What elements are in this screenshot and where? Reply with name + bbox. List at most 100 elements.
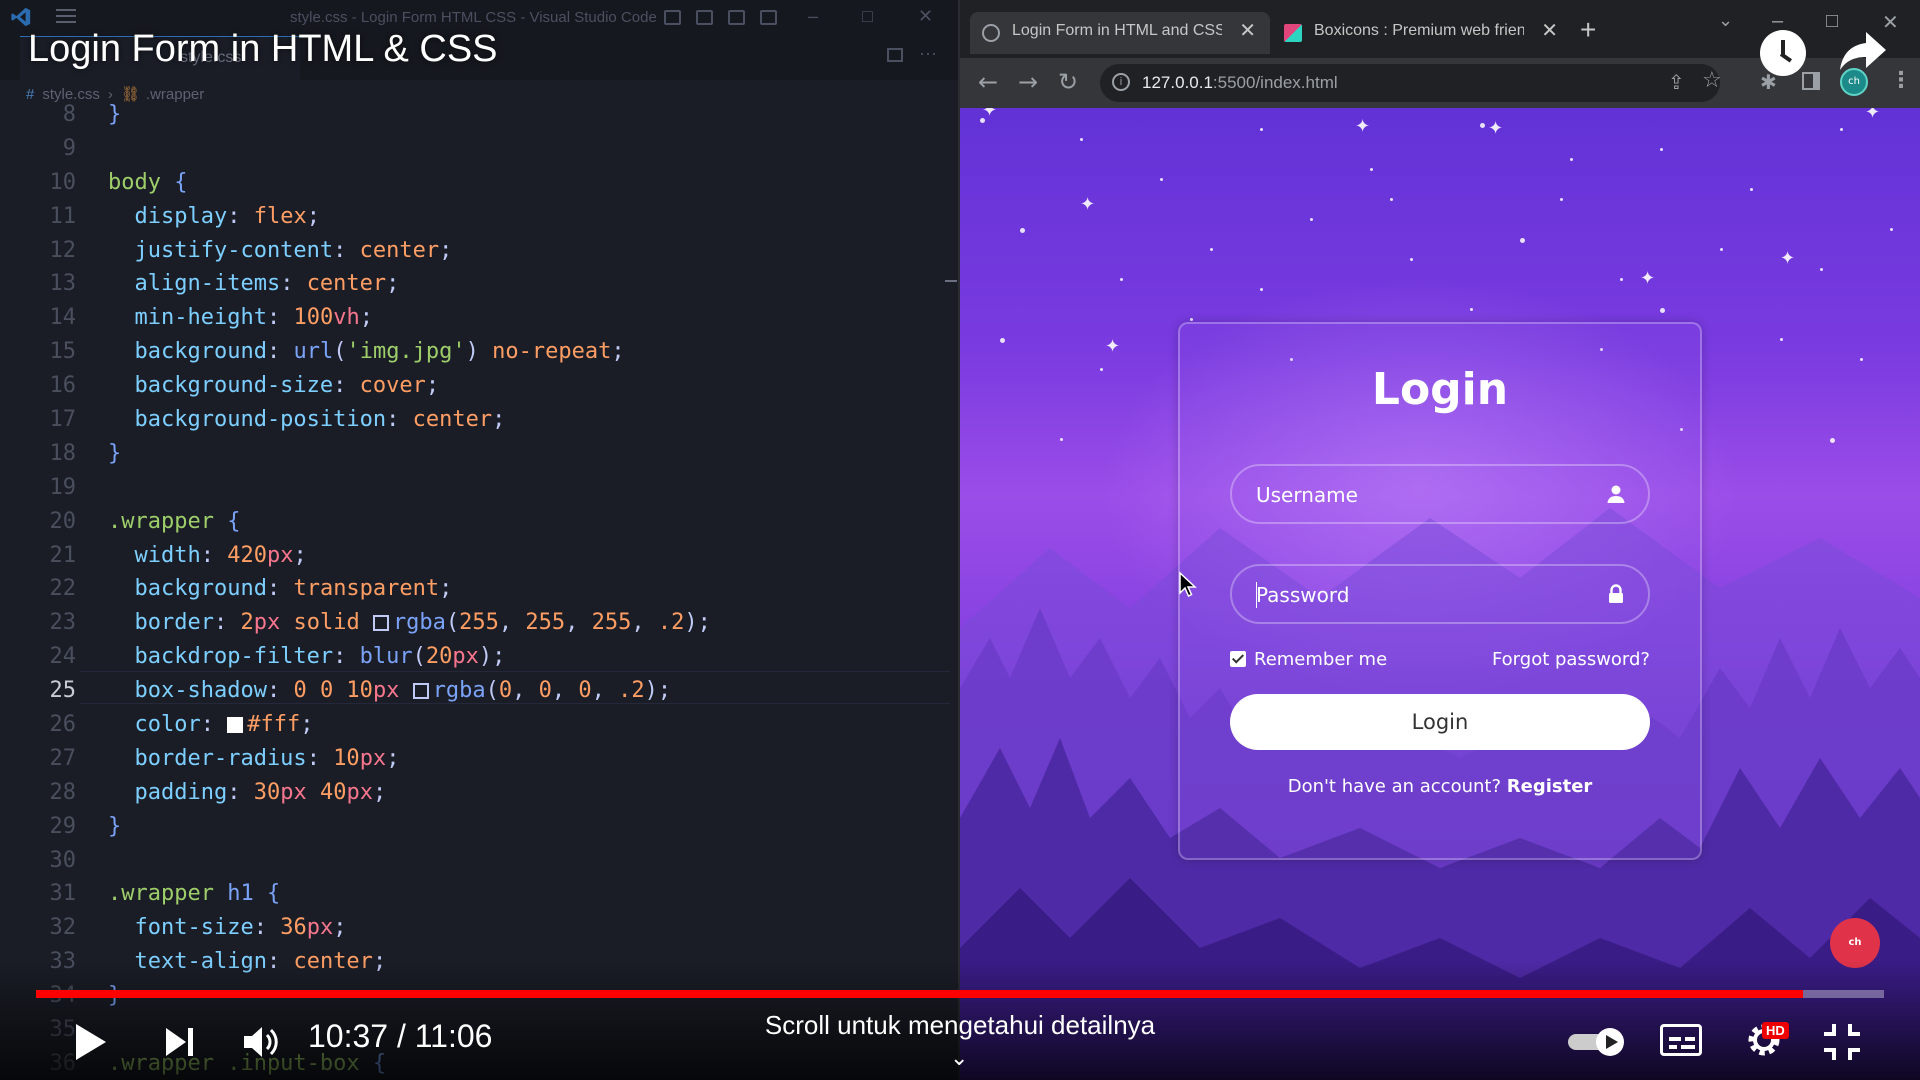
minimize-icon[interactable]: – [808,6,818,27]
code-line[interactable]: 30 [0,844,959,878]
code-token: , [551,678,579,704]
code-line[interactable]: 23 border: 2px solid rgba(255, 255, 255,… [0,606,959,640]
code-line[interactable]: 9 [0,132,959,166]
code-line[interactable]: 19 [0,471,959,505]
site-info-icon[interactable]: i [1112,73,1130,91]
code-line[interactable]: 21 width: 420px; [0,539,959,573]
maximize-icon[interactable]: □ [862,6,873,27]
toggle-secondary-sidebar-icon[interactable] [728,10,745,25]
sparkle-icon: ✦ [1488,118,1504,139]
code-line[interactable]: 22 background: transparent; [0,572,959,606]
bookmark-star-icon[interactable]: ☆ [1702,68,1722,93]
star [1370,168,1373,171]
code-line[interactable]: 26 color: #fff; [0,708,959,742]
code-line[interactable]: 20 .wrapper { [0,505,959,539]
split-editor-icon[interactable] [887,48,903,62]
code-line[interactable]: 32 font-size: 36px; [0,911,959,945]
close-tab-icon[interactable]: ✕ [1541,18,1558,43]
back-icon[interactable]: ← [978,68,998,96]
code-editor[interactable]: 8} 9 10 body {11 display: flex; 12 justify-c… [0,98,959,1080]
code-line[interactable]: 28 padding: 30px 40px; [0,776,959,810]
code-line[interactable]: 10 body { [0,166,959,200]
share-icon[interactable]: ⇪ [1668,70,1685,94]
code-line[interactable]: 31 .wrapper h1 { [0,877,959,911]
line-number: 19 [49,474,77,500]
browser-tab[interactable]: Boxicons : Premium web friendly ✕ [1272,12,1572,54]
password-field[interactable]: Password [1230,564,1650,624]
code-line[interactable]: 24 backdrop-filter: blur(20px); [0,640,959,674]
close-icon[interactable]: ✕ [918,6,933,27]
code-line[interactable]: 11 display: flex; [0,200,959,234]
code-line[interactable]: 25 box-shadow: 0 0 10px rgba(0, 0, 0, .2… [0,674,959,708]
code-line[interactable]: 27 border-radius: 10px; [0,742,959,776]
code-token: #fff [247,712,301,738]
code-line[interactable]: 14 min-height: 100vh; [0,301,959,335]
maximize-icon[interactable]: □ [1826,10,1838,33]
toggle-panel-icon[interactable] [696,10,713,25]
checkbox-checked-icon[interactable] [1230,651,1246,667]
username-placeholder: Username [1256,483,1358,507]
login-form: Login Username Password Remember me Forg… [1178,322,1702,860]
code-line[interactable]: 16 background-size: cover; [0,369,959,403]
code-text: width: 420px; [108,539,306,573]
code-line[interactable]: 29} [0,810,959,844]
star [1860,358,1863,361]
tab-search-chevron-icon[interactable]: ⌄ [1718,10,1733,31]
code-token: , [565,610,592,636]
side-panel-icon[interactable] [1802,72,1820,90]
toggle-sidebar-icon[interactable] [664,10,681,25]
video-title[interactable]: Login Form in HTML & CSS [28,28,498,71]
code-token: rgba [392,610,446,636]
next-video-icon[interactable] [164,1024,196,1060]
share-icon[interactable] [1838,28,1888,74]
close-tab-icon[interactable]: ✕ [1239,18,1256,43]
code-token: 0 [498,678,513,704]
address-bar[interactable]: i 127.0.0.1:5500/index.html ⇪ ☆ [1100,64,1722,102]
subtitles-icon[interactable] [1660,1024,1702,1056]
login-button[interactable]: Login [1230,694,1650,750]
code-line[interactable]: 15 background: url('img.jpg') no-repeat; [0,335,959,369]
code-line[interactable]: 18} [0,437,959,471]
reload-icon[interactable]: ↻ [1058,68,1078,96]
customize-layout-icon[interactable] [760,10,777,25]
code-token: url [293,339,334,365]
watch-later-icon[interactable] [1760,30,1806,76]
forgot-password-link[interactable]: Forgot password? [1492,649,1650,670]
volume-icon[interactable] [240,1022,280,1062]
remember-me-checkbox[interactable]: Remember me [1230,649,1387,670]
browser-menu-icon[interactable]: ⋮ [1890,68,1912,93]
username-field[interactable]: Username [1230,464,1650,524]
more-actions-icon[interactable]: ··· [919,43,937,64]
code-line[interactable]: 13 align-items: center; [0,267,959,301]
code-token: ( [445,610,460,636]
register-link[interactable]: Register [1507,776,1593,797]
color-swatch-icon[interactable] [227,717,244,734]
code-token: } [108,102,122,127]
color-swatch-icon[interactable] [412,683,429,700]
exit-fullscreen-icon[interactable] [1822,1022,1862,1062]
forward-icon[interactable]: → [1018,68,1038,96]
code-token: ; [439,237,453,263]
progress-bar[interactable] [36,990,1884,998]
new-tab-button[interactable]: + [1580,14,1596,46]
code-token: ; [306,203,320,229]
play-icon[interactable] [72,1022,108,1062]
scrollbar-marker[interactable] [945,280,957,282]
scroll-hint[interactable]: Scroll untuk mengetahui detailnya [650,1010,1270,1041]
chevron-down-icon[interactable]: ⌄ [950,1046,968,1071]
color-swatch-icon[interactable] [372,615,389,632]
code-line[interactable]: 12 justify-content: center; [0,234,959,268]
url-text[interactable]: 127.0.0.1:5500/index.html [1142,73,1338,93]
hamburger-menu-icon[interactable] [56,9,76,25]
remember-me-label: Remember me [1254,649,1388,670]
code-text: border: 2px solid rgba(255, 255, 255, .2… [108,606,710,640]
code-token: ); [478,644,506,670]
code-line[interactable]: 8} [0,98,959,132]
autoplay-toggle[interactable] [1566,1026,1630,1058]
code-token: { [213,508,241,534]
code-token: ( [412,644,426,670]
video-player[interactable]: style.css - Login Form HTML CSS - Visual… [0,0,1920,1080]
code-line[interactable]: 17 background-position: center; [0,403,959,437]
code-token: .wrapper [108,881,228,907]
browser-tab-active[interactable]: Login Form in HTML and CSS | C ✕ [970,12,1270,54]
